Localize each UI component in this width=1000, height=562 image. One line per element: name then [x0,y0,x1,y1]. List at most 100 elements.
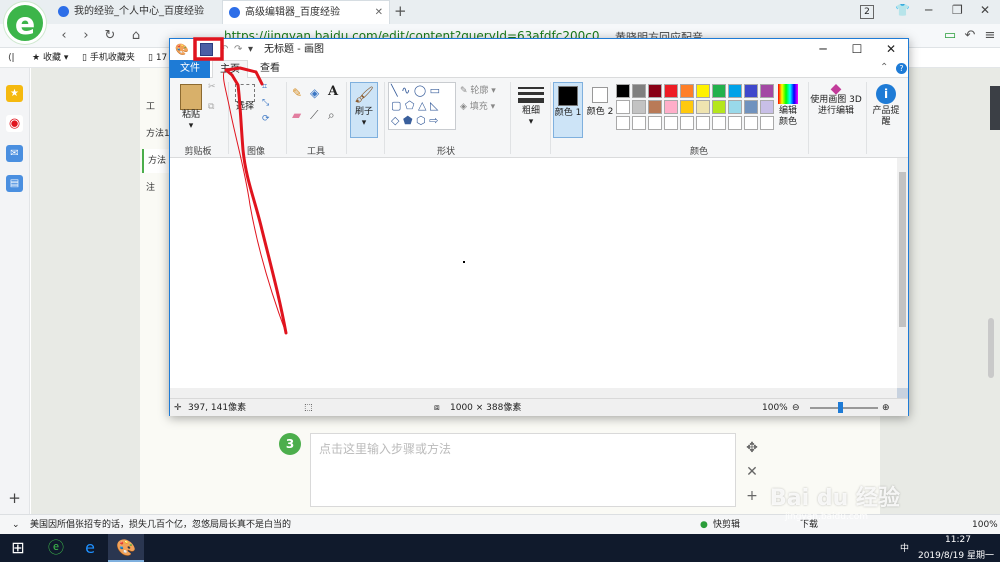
speed-meter-widget[interactable] [990,86,1000,130]
color-swatch[interactable] [664,84,678,98]
ime-language[interactable]: 中 [900,541,909,554]
zoom-out-icon[interactable]: ⊖ [792,399,800,417]
shape-roundrect-icon[interactable]: ▢ [391,99,401,112]
move-icon[interactable]: ✥ [744,440,760,456]
shape-line-icon[interactable]: ╲ [391,84,398,97]
customize-toolbar-icon[interactable]: ▾ [248,39,253,60]
size-button[interactable]: 粗细 ▾ [516,84,546,128]
add-step-icon[interactable]: + [744,488,760,504]
edit-colors-button[interactable]: 编辑颜色 [776,84,800,128]
cut-icon[interactable]: ✂ [208,82,216,93]
tab-home[interactable]: 主页 [212,60,248,78]
drawing-canvas[interactable] [170,158,897,388]
color-swatch[interactable] [744,116,758,130]
browser-taskbar-icon[interactable]: ⓔ [38,534,74,562]
paint-close-icon[interactable]: ✕ [874,39,908,60]
color1-button[interactable]: 颜色 1 [553,82,583,138]
chevron-down-icon[interactable]: ⌄ [12,515,20,535]
shape-pentagon-icon[interactable]: ⬟ [403,114,413,127]
color-swatch[interactable] [648,100,662,114]
color2-button[interactable]: 颜色 2 [586,82,614,118]
quick-cut-icon[interactable]: ● [700,515,708,535]
paint-maximize-icon[interactable]: ☐ [840,39,874,60]
shirt-icon[interactable]: 👕 [895,3,910,17]
color-swatch[interactable] [696,84,710,98]
shape-rtriangle-icon[interactable]: ◺ [430,99,438,112]
restore-icon[interactable]: ❐ [952,3,963,17]
shape-polygon-icon[interactable]: ⬠ [405,99,415,112]
minimize-icon[interactable]: ─ [925,3,932,17]
color-swatch[interactable] [632,84,646,98]
collapse-ribbon-icon[interactable]: ⌃ [880,62,888,73]
star-icon[interactable]: ★ [6,85,23,102]
bookmark-mobile[interactable]: ▯ 手机收藏夹 [82,48,135,68]
undo-icon[interactable]: ↶ [220,39,228,60]
delete-step-icon[interactable]: ✕ [744,464,760,480]
color-swatch[interactable] [696,116,710,130]
step-input[interactable]: 点击这里输入步骤或方法 [310,433,736,507]
taskbar-date[interactable]: 2019/8/19 星期一 [916,548,996,561]
news-ticker[interactable]: 美国因所倡张招专的话，损失几百个亿，忽悠局局长真不是白当的 [30,515,291,535]
text-tool-icon[interactable]: A [328,85,338,98]
canvas-vscroll-thumb[interactable] [899,172,906,327]
shape-arrow-icon[interactable]: ⇨ [429,114,438,127]
windows-start-icon[interactable]: ⊞ [0,534,36,562]
redo-icon[interactable]: ↷ [234,39,242,60]
color-swatch[interactable] [632,100,646,114]
shapes-gallery[interactable]: ╲ ∿ ◯ ▭ ▢ ⬠ △ ◺ ◇ ⬟ ⬡ ⇨ [388,82,456,130]
new-tab-button[interactable]: + [394,2,407,20]
rotate-icon[interactable]: ⟳ [262,114,270,125]
crop-icon[interactable]: ⌗ [262,82,267,93]
browser-tab-advanced-editor[interactable]: 高级编辑器_百度经验 ✕ [222,0,390,24]
magnifier-icon[interactable]: ⌕ [328,109,335,121]
zoom-in-icon[interactable]: ⊕ [882,399,890,417]
add-icon[interactable]: + [6,490,23,507]
zoom-slider-track[interactable] [810,407,878,409]
close-tab-icon[interactable]: ✕ [375,1,383,24]
color-swatch[interactable] [616,116,630,130]
color-swatch[interactable] [728,116,742,130]
tab-count-badge[interactable]: 2 [860,5,874,19]
document-icon[interactable]: ▤ [6,175,23,192]
refresh-icon[interactable]: ↻ [100,24,120,48]
help-icon[interactable]: ? [896,63,907,74]
shape-curve-icon[interactable]: ∿ [401,84,410,97]
product-alert-button[interactable]: i 产品提醒 [870,84,902,128]
battery-icon[interactable]: ▭ [940,24,960,48]
color-swatch[interactable] [712,116,726,130]
color-picker-icon[interactable]: ⟋ [310,109,318,121]
shape-diamond-icon[interactable]: ◇ [391,114,399,127]
copy-icon[interactable]: ⧉ [208,102,214,113]
back-icon[interactable]: ‹ [54,24,74,48]
select-button[interactable]: 选择 [232,84,258,113]
bookmark-17[interactable]: ▯ 17 [148,48,167,68]
undo-icon[interactable]: ↶ [960,24,980,48]
browser-tab-my-experience[interactable]: 我的经验_个人中心_百度经验 [52,0,220,24]
fill-bucket-icon[interactable]: ◈ [310,87,319,99]
tab-view[interactable]: 查看 [252,60,288,78]
taskbar-time[interactable]: 11:27 [920,535,996,545]
shape-oval-icon[interactable]: ◯ [414,84,426,97]
zoom-slider-thumb[interactable] [838,402,843,413]
color-swatch[interactable] [680,84,694,98]
quick-cut-label[interactable]: 快剪辑 [713,515,740,535]
color-swatch[interactable] [760,84,774,98]
color-swatch[interactable] [744,100,758,114]
color-swatch[interactable] [664,100,678,114]
browser-zoom[interactable]: 100% [972,515,998,535]
outline-button[interactable]: ✎ 轮廓 ▾ [460,86,496,97]
color-swatch[interactable] [680,116,694,130]
shape-hexagon-icon[interactable]: ⬡ [416,114,426,127]
pencil-icon[interactable]: ✎ [292,87,302,99]
page-scrollbar[interactable] [988,318,994,378]
color-swatch[interactable] [664,116,678,130]
color-swatch[interactable] [760,100,774,114]
color-swatch[interactable] [712,84,726,98]
color-swatch[interactable] [680,100,694,114]
color-swatch[interactable] [632,116,646,130]
paint-minimize-icon[interactable]: ─ [806,39,840,60]
color-swatch[interactable] [616,100,630,114]
paint-taskbar-icon[interactable]: 🎨 [108,534,144,562]
color-swatch[interactable] [616,84,630,98]
mail-icon[interactable]: ✉ [6,145,23,162]
